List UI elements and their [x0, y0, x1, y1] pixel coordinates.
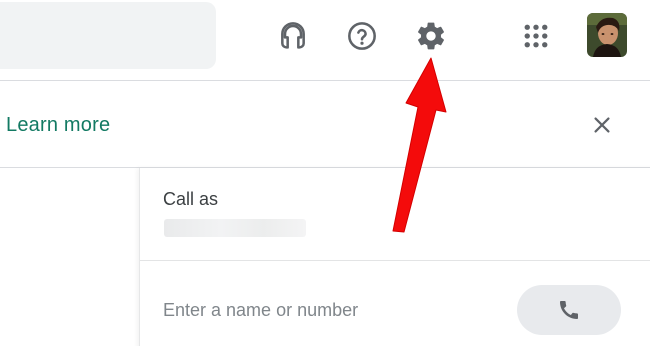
- panel-divider: [140, 260, 650, 261]
- search-box[interactable]: [0, 2, 216, 69]
- support-button[interactable]: [275, 18, 311, 54]
- headset-icon: [281, 22, 305, 49]
- caller-number-blurred: [164, 219, 306, 237]
- avatar[interactable]: [587, 13, 627, 57]
- phone-icon: [560, 301, 578, 319]
- settings-button[interactable]: [413, 18, 449, 54]
- name-or-number-input[interactable]: [163, 300, 463, 321]
- call-as-label: Call as: [163, 189, 219, 209]
- help-icon: [348, 22, 376, 50]
- call-button[interactable]: [517, 285, 621, 335]
- top-app-bar: [0, 0, 650, 81]
- apps-grid-icon: [524, 24, 548, 48]
- user-photo-icon: [587, 13, 627, 57]
- call-panel: Call as: [139, 168, 650, 346]
- help-button[interactable]: [344, 18, 380, 54]
- apps-button[interactable]: [518, 18, 554, 54]
- app-window: Learn more Call as: [0, 0, 650, 346]
- close-banner-button[interactable]: [588, 111, 616, 139]
- info-banner: Learn more: [0, 81, 650, 168]
- gear-icon: [418, 22, 444, 50]
- learn-more-link[interactable]: Learn more: [6, 114, 110, 137]
- close-icon: [594, 117, 610, 133]
